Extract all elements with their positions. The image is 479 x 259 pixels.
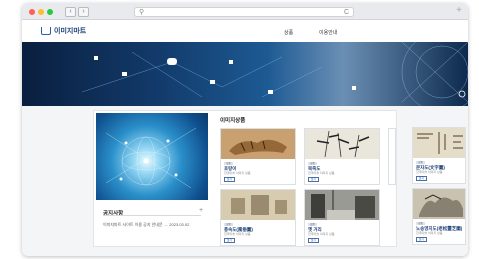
address-bar[interactable]: ⚲ C xyxy=(134,7,354,17)
feature-image xyxy=(96,113,208,200)
product-card-partial xyxy=(388,128,396,185)
view-button[interactable]: 보기 xyxy=(224,177,235,182)
product-tag: 상품 xyxy=(224,223,233,226)
product-card[interactable]: 상품 묵죽도 한국미술 이미지 상품 보기 xyxy=(304,128,380,185)
main-content: 공지사항 + 이미지마트 사이트 이용 공지 안내문 .... 2023.03.… xyxy=(93,110,397,247)
nav-item-guide[interactable]: 이용안내 xyxy=(319,29,337,36)
close-window-dot[interactable] xyxy=(29,9,35,15)
hero-banner xyxy=(22,42,468,106)
digital-world-illustration xyxy=(105,127,197,189)
forward-button[interactable]: › xyxy=(78,7,89,17)
browser-window: ‹ › ⚲ C + 이미지마트 상품 이용안내 공지사항 + 이미지마트 사이트… xyxy=(22,3,468,256)
product-card[interactable]: 상품 노송영지도(老松靈芝圖) 한국미술 이미지 상품 보기 xyxy=(412,188,466,245)
gallery-title: 이미지상품 xyxy=(220,118,246,124)
view-button[interactable]: 보기 xyxy=(224,238,235,243)
browser-titlebar: ‹ › ⚲ C + xyxy=(22,3,468,20)
site-header: 이미지마트 상품 이용안내 xyxy=(22,20,468,42)
product-tag: 상품 xyxy=(224,162,233,165)
product-subtitle: 한국미술 이미지 상품 xyxy=(416,231,443,235)
cart-icon xyxy=(41,27,51,35)
maximize-window-dot[interactable] xyxy=(47,9,53,15)
notice-more-button[interactable]: + xyxy=(199,207,203,214)
notice-divider xyxy=(103,215,201,216)
product-subtitle: 한국미술 이미지 상품 xyxy=(224,171,251,175)
product-card[interactable]: 상품 문자도(文字圖) 한국미술 이미지 상품 보기 xyxy=(412,127,466,184)
product-image xyxy=(413,189,465,219)
eye-icon xyxy=(458,90,466,98)
product-tag: 상품 xyxy=(416,222,425,225)
new-tab-button[interactable]: + xyxy=(456,6,462,16)
product-image xyxy=(221,190,295,220)
product-card[interactable]: 상품 호랑이 한국미술 이미지 상품 보기 xyxy=(220,128,296,185)
product-subtitle: 한국미술 이미지 상품 xyxy=(224,232,251,236)
product-image xyxy=(305,129,379,159)
product-subtitle: 한국미술 이미지 상품 xyxy=(308,232,335,236)
view-button[interactable]: 보기 xyxy=(308,238,319,243)
search-icon: ⚲ xyxy=(139,9,145,16)
product-subtitle: 한국미술 이미지 상품 xyxy=(416,170,443,174)
product-tag: 상품 xyxy=(308,162,317,165)
product-image xyxy=(413,128,465,158)
network-illustration xyxy=(81,42,468,106)
product-card[interactable]: 상품 풍속도(風俗圖) 한국미술 이미지 상품 보기 xyxy=(220,189,296,246)
product-card[interactable]: 상품 옛 거리 한국미술 이미지 상품 보기 xyxy=(304,189,380,246)
product-tag: 상품 xyxy=(308,223,317,226)
reload-button[interactable]: C xyxy=(344,8,349,17)
view-button[interactable]: 보기 xyxy=(416,176,427,181)
nav-item-products[interactable]: 상품 xyxy=(284,29,293,36)
logo-text: 이미지마트 xyxy=(54,28,87,35)
back-button[interactable]: ‹ xyxy=(65,7,76,17)
product-image xyxy=(305,190,379,220)
view-button[interactable]: 보기 xyxy=(308,177,319,182)
cloud-icon xyxy=(167,58,177,65)
product-tag: 상품 xyxy=(416,161,425,164)
product-image xyxy=(221,129,295,159)
view-button[interactable]: 보기 xyxy=(416,237,427,242)
minimize-window-dot[interactable] xyxy=(38,9,44,15)
site-logo[interactable]: 이미지마트 xyxy=(41,26,86,36)
notice-item[interactable]: 이미지마트 사이트 이용 공지 안내문 .... 2023.03.02 xyxy=(103,222,189,228)
product-subtitle: 한국미술 이미지 상품 xyxy=(308,171,335,175)
